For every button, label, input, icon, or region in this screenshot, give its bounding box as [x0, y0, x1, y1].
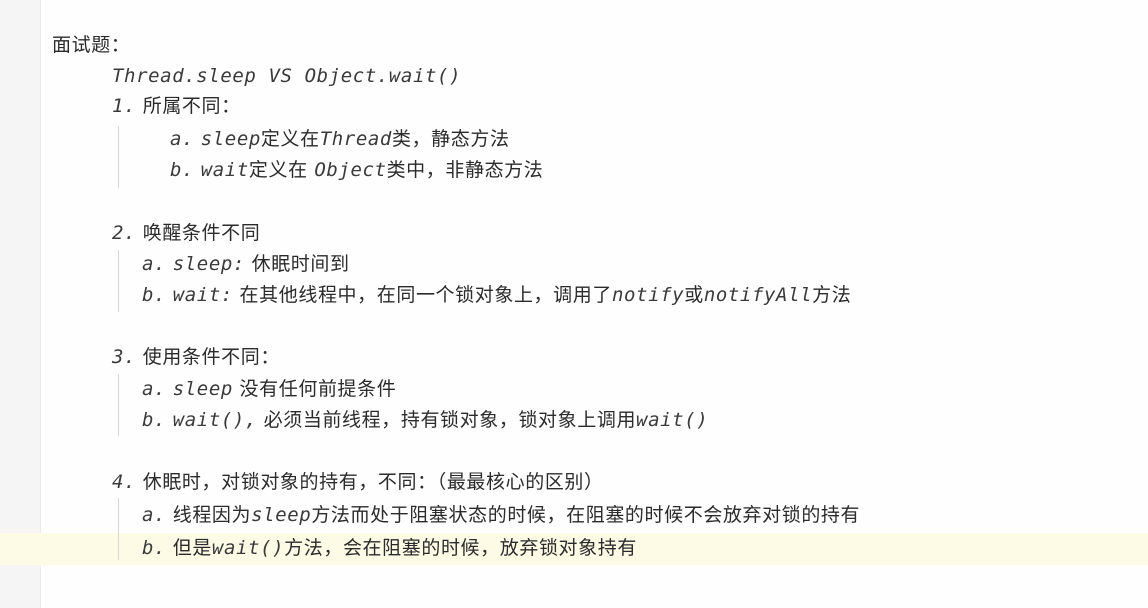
item-text: 或 [684, 284, 704, 306]
item-letter: a. [142, 504, 167, 526]
section-title-text: 所属不同： [142, 95, 241, 117]
heading-text: 面试题： [52, 34, 131, 56]
section-number: 4. [112, 471, 137, 493]
subtitle-text: Thread.sleep VS Object.wait() [112, 65, 462, 87]
indent-guide [118, 498, 119, 560]
indent-guide [118, 374, 119, 436]
item-code: Object [314, 159, 387, 181]
item-text: 线程因为 [172, 504, 252, 526]
list-item: b. wait: 在其他线程中，在同一个锁对象上，调用了notify或notif… [142, 280, 851, 310]
item-code: notify [611, 284, 685, 306]
indent-guide [118, 250, 119, 312]
item-code: wait() [211, 537, 285, 559]
item-text: 方法而处于阻塞状态的时候，在阻塞的时候不会放弃对锁的持有 [311, 504, 861, 526]
section-number: 2. [112, 222, 137, 244]
item-code: sleep [172, 378, 233, 400]
list-item: b. wait定义在 Object类中，非静态方法 [170, 155, 543, 185]
section-title-text: 使用条件不同： [142, 346, 280, 368]
section-title-text: 唤醒条件不同 [142, 222, 261, 244]
item-text: 在其他线程中，在同一个锁对象上，调用了 [232, 284, 612, 306]
item-letter: b. [142, 284, 167, 306]
heading: 面试题： [52, 30, 130, 60]
item-text: 定义在 [260, 128, 320, 150]
item-letter: b. [142, 537, 167, 559]
list-item: a. 线程因为sleep方法而处于阻塞状态的时候，在阻塞的时候不会放弃对锁的持有 [142, 500, 860, 530]
item-text: 方法，会在阻塞的时候，放弃锁对象持有 [284, 537, 637, 559]
item-code: wait(), [172, 409, 257, 431]
item-code: sleep: [172, 253, 245, 275]
section-title: 3. 使用条件不同： [112, 342, 280, 372]
item-text: 必须当前线程，持有锁对象，锁对象上调用 [257, 409, 637, 431]
subtitle: Thread.sleep VS Object.wait() [112, 61, 461, 91]
item-code: notifyAll [703, 284, 813, 306]
indent-guide [118, 126, 119, 188]
item-text: 没有任何前提条件 [232, 378, 397, 400]
section-number: 3. [112, 346, 137, 368]
list-item: b. 但是wait()方法，会在阻塞的时候，放弃锁对象持有 [142, 533, 637, 563]
item-letter: a. [142, 253, 167, 275]
item-text: 类，静态方法 [391, 128, 510, 150]
item-text: 类中，非静态方法 [386, 159, 544, 181]
item-text: 定义在 [248, 159, 315, 181]
section-title: 4. 休眠时，对锁对象的持有，不同：（最最核心的区别） [112, 467, 604, 497]
item-text: 方法 [812, 284, 852, 306]
list-item: a. sleep: 休眠时间到 [142, 249, 350, 279]
item-code: sleep [200, 128, 261, 150]
section-title-text: 休眠时，对锁对象的持有，不同：（最最核心的区别） [142, 471, 604, 493]
item-code: wait [200, 159, 249, 181]
editor-gutter [0, 0, 41, 608]
item-letter: a. [170, 128, 195, 150]
section-number: 1. [112, 95, 137, 117]
list-item: b. wait(), 必须当前线程，持有锁对象，锁对象上调用wait() [142, 405, 708, 435]
item-code: wait() [636, 409, 709, 431]
section-title: 2. 唤醒条件不同 [112, 218, 260, 248]
item-code: sleep [251, 504, 312, 526]
item-code: wait: [172, 284, 233, 306]
list-item: a. sleep定义在Thread类，静态方法 [170, 124, 510, 154]
item-letter: b. [142, 409, 167, 431]
item-code: Thread [319, 128, 392, 150]
item-text: 但是 [172, 537, 212, 559]
text-editor[interactable]: 面试题： Thread.sleep VS Object.wait() 1. 所属… [0, 0, 1148, 608]
list-item: a. sleep 没有任何前提条件 [142, 374, 396, 404]
section-title: 1. 所属不同： [112, 91, 241, 121]
item-letter: a. [142, 378, 167, 400]
item-letter: b. [170, 159, 195, 181]
item-text: 休眠时间到 [244, 253, 350, 275]
